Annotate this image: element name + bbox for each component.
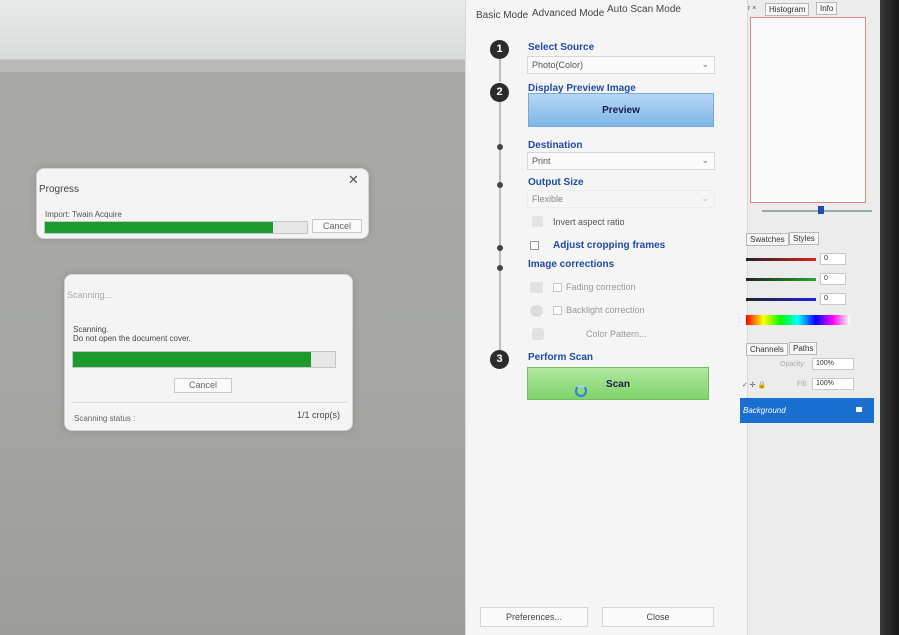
panel-tab-prefix: r × [748, 5, 757, 12]
tab-advanced-mode[interactable]: Advanced Mode [532, 8, 604, 19]
tab-swatches[interactable]: Swatches [746, 233, 789, 246]
adjust-cropping-label: Adjust cropping frames [553, 240, 666, 251]
step-connector [499, 58, 501, 82]
preview-button[interactable]: Preview [528, 93, 714, 127]
tab-channels[interactable]: Channels [746, 343, 788, 356]
red-slider[interactable] [746, 258, 816, 261]
progress-dialog-title: Progress [39, 184, 80, 195]
scanning-status-label: Scanning status : [74, 414, 136, 423]
backlight-correction-label: Backlight correction [566, 305, 645, 315]
fill-label: Fill: [797, 381, 808, 388]
zoom-slider[interactable] [762, 210, 872, 212]
select-source-label: Select Source [528, 42, 595, 53]
invert-aspect-label: Invert aspect ratio [553, 217, 625, 227]
tab-paths[interactable]: Paths [789, 342, 818, 355]
chevron-down-icon: ⌄ [701, 59, 709, 69]
green-slider[interactable] [746, 278, 816, 281]
scanning-warning: Do not open the document cover. [73, 334, 191, 343]
tab-styles[interactable]: Styles [789, 232, 819, 245]
busy-cursor-icon [575, 385, 587, 397]
scanning-dialog: Scanning... Scanning. Do not open the do… [64, 274, 353, 431]
divider [71, 402, 347, 403]
step-3-icon: 3 [490, 350, 509, 369]
output-size-label: Output Size [528, 177, 584, 188]
host-menubar [0, 0, 470, 60]
tab-basic-mode[interactable]: Basic Mode [476, 10, 528, 21]
opacity-input[interactable]: 100% [812, 358, 854, 370]
chevron-down-icon: ⌄ [701, 155, 709, 165]
host-toolbar-strip [0, 60, 470, 72]
blue-value[interactable]: 0 [820, 293, 846, 305]
tab-auto-scan-mode[interactable]: Auto Scan Mode [607, 4, 681, 15]
zoom-thumb-icon[interactable] [818, 206, 824, 214]
destination-select[interactable]: Print ⌄ [527, 152, 715, 170]
navigator-preview [750, 17, 866, 203]
close-icon[interactable]: ✕ [348, 172, 359, 188]
layer-row-background[interactable]: Background [740, 398, 874, 423]
scanning-progress-bar [72, 351, 336, 368]
tab-histogram[interactable]: Histogram [765, 3, 810, 16]
scanning-dialog-title: Scanning... [67, 290, 113, 300]
output-size-value: Flexible [532, 194, 564, 204]
scanning-message: Scanning. [73, 325, 109, 334]
monitor-bezel [880, 0, 899, 635]
close-button[interactable]: Close [602, 607, 714, 627]
color-spectrum-bar[interactable] [746, 315, 850, 325]
scanning-status-value: 1/1 crop(s) [297, 410, 341, 420]
step-dot [497, 144, 503, 150]
adjust-cropping-checkbox[interactable] [530, 241, 539, 250]
fading-icon [530, 282, 543, 293]
fading-correction-label: Fading correction [566, 282, 636, 292]
tab-info[interactable]: Info [816, 2, 838, 15]
step-1-icon: 1 [490, 40, 509, 59]
color-pattern-button[interactable]: Color Pattern... [586, 329, 647, 339]
blue-slider[interactable] [746, 298, 816, 301]
step-dot [497, 182, 503, 188]
layer-name: Background [743, 406, 786, 415]
backlight-correction-checkbox[interactable] [553, 306, 562, 315]
image-corrections-label: Image corrections [528, 259, 615, 270]
scan-button[interactable]: Scan [527, 367, 709, 400]
invert-aspect-icon[interactable] [532, 216, 543, 227]
fading-correction-checkbox[interactable] [553, 283, 562, 292]
destination-label: Destination [528, 140, 583, 151]
progress-task-label: Import: Twain Acquire [45, 210, 122, 219]
cancel-button[interactable]: Cancel [312, 219, 362, 233]
source-select[interactable]: Photo(Color) ⌄ [527, 56, 715, 74]
source-select-value: Photo(Color) [532, 60, 584, 70]
preferences-button[interactable]: Preferences... [480, 607, 588, 627]
scanning-progress-fill [73, 352, 312, 367]
step-2-icon: 2 [490, 83, 509, 102]
output-size-select[interactable]: Flexible ⌄ [527, 190, 715, 208]
chevron-down-icon: ⌄ [701, 193, 709, 203]
progress-bar [44, 221, 308, 234]
perform-scan-label: Perform Scan [528, 352, 594, 363]
lock-icon [856, 407, 862, 412]
step-dot [497, 245, 503, 251]
progress-bar-fill [45, 222, 273, 233]
backlight-icon [530, 305, 543, 317]
green-value[interactable]: 0 [820, 273, 846, 285]
step-dot [497, 265, 503, 271]
scanning-cancel-button[interactable]: Cancel [174, 378, 232, 393]
destination-select-value: Print [532, 156, 551, 166]
fill-input[interactable]: 100% [812, 378, 854, 390]
color-pattern-icon [532, 328, 544, 340]
lock-icons[interactable]: ✓ ✢ 🔒 [742, 381, 766, 389]
red-value[interactable]: 0 [820, 253, 846, 265]
opacity-label: Opacity: [780, 361, 806, 368]
progress-dialog: Progress ✕ Import: Twain Acquire Cancel [36, 168, 369, 239]
step-connector [499, 102, 501, 350]
